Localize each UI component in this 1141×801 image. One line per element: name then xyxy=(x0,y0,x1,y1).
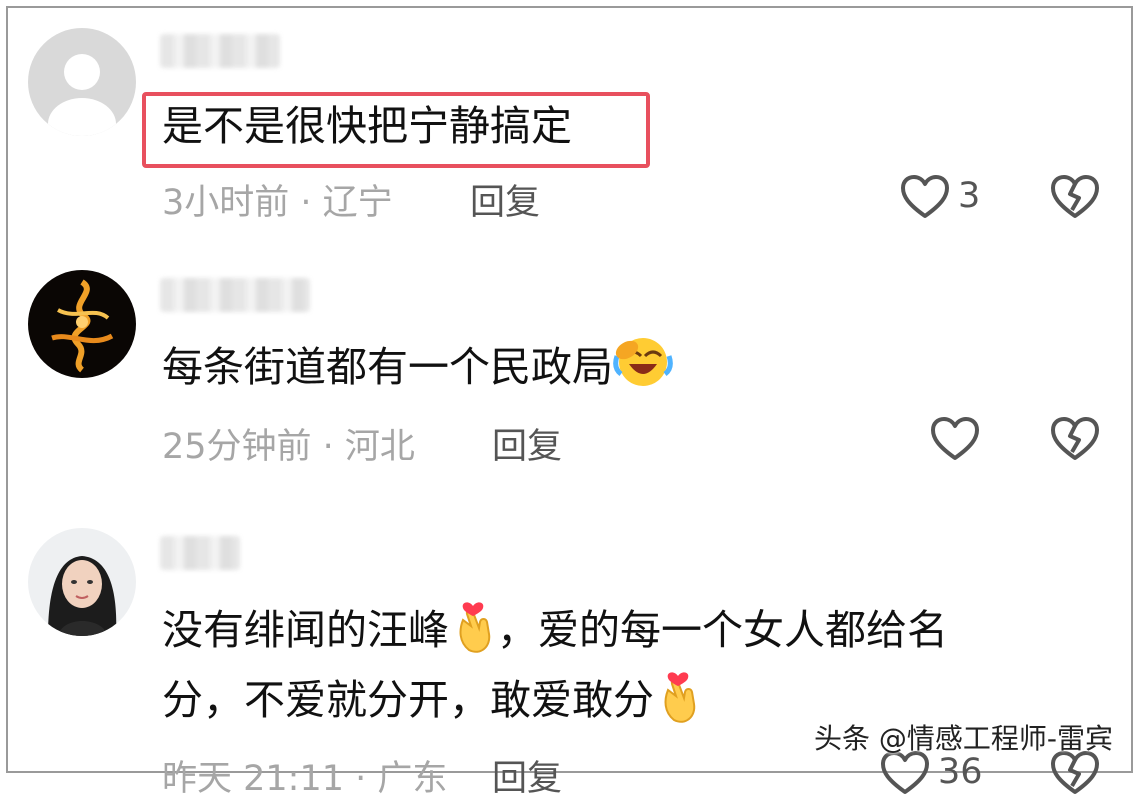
username-blurred[interactable] xyxy=(160,278,310,312)
avatar[interactable] xyxy=(28,270,136,378)
comment-text: 是不是很快把宁静搞定 xyxy=(162,102,572,150)
finger-heart-emoji-icon xyxy=(449,594,497,672)
comment-text-line2: 分，不爱就分开，敢爱敢分 xyxy=(162,664,702,742)
like-count: 3 xyxy=(958,176,981,216)
avatar[interactable] xyxy=(28,28,136,136)
username-blurred[interactable] xyxy=(160,34,280,68)
comment-text: 每条街道都有一个民政局 xyxy=(162,334,673,406)
like-heart-icon[interactable] xyxy=(930,416,980,462)
like-heart-icon[interactable] xyxy=(900,174,950,220)
finger-heart-emoji-icon xyxy=(654,664,702,742)
dislike-broken-heart-icon[interactable] xyxy=(1050,174,1100,220)
comment-meta: 25分钟前 · 河北 xyxy=(162,427,415,467)
comment-list: 是不是很快把宁静搞定 3小时前 · 辽宁 回复 3 每条街道都有一个民政局 25… xyxy=(6,6,1133,799)
comment-text-line1: 没有绯闻的汪峰 ，爱的每一个女人都给名 xyxy=(162,594,948,672)
reply-button[interactable]: 回复 xyxy=(470,174,540,225)
comment-meta: 昨天 21:11 · 广东 xyxy=(162,759,448,799)
laughing-crying-emoji-icon xyxy=(613,334,673,406)
comment-meta: 3小时前 · 辽宁 xyxy=(162,183,393,223)
watermark: 头条 @情感工程师-雷宾 xyxy=(813,722,1113,755)
username-blurred[interactable] xyxy=(160,536,240,570)
avatar[interactable] xyxy=(28,528,136,636)
like-count: 36 xyxy=(938,752,983,792)
dislike-broken-heart-icon[interactable] xyxy=(1050,416,1100,462)
reply-button[interactable]: 回复 xyxy=(492,418,562,469)
reply-button[interactable]: 回复 xyxy=(492,750,562,801)
